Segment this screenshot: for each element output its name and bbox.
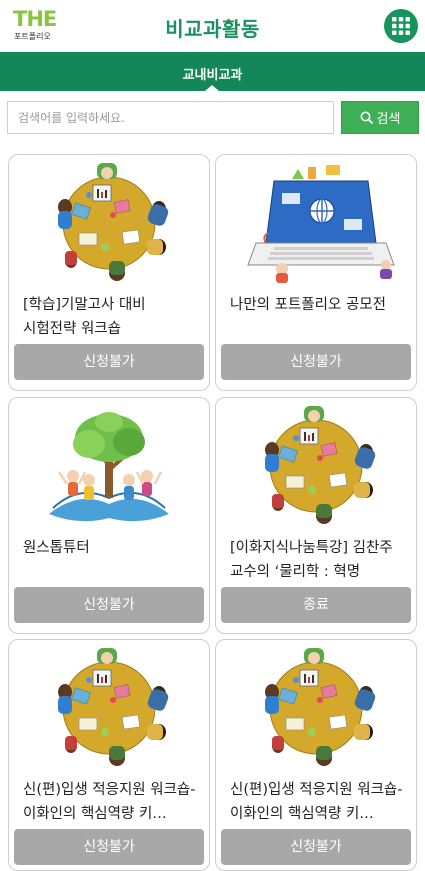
status-button[interactable]: 종료 [221, 587, 411, 623]
status-button[interactable]: 신청불가 [14, 829, 204, 865]
tab-bar: 교내비교과 [0, 52, 425, 91]
program-title[interactable]: 신(편)입생 적응지원 워크숍-이화인의 핵심역량 키… [230, 778, 408, 828]
search-button-label: 검색 [376, 112, 401, 127]
status-button[interactable]: 신청불가 [14, 587, 204, 623]
menu-button[interactable] [384, 9, 418, 43]
program-card[interactable]: 나만의 포트폴리오 공모전 신청불가 [215, 154, 417, 391]
page-title: 비교과활동 [165, 17, 260, 41]
search-icon [360, 111, 373, 124]
status-button[interactable]: 신청불가 [14, 344, 204, 380]
status-button[interactable]: 신청불가 [221, 829, 411, 865]
program-title[interactable]: [학습]기말고사 대비 시험전략 워크숍 [23, 293, 201, 343]
program-card[interactable]: 원스톱튜터 신청불가 [8, 397, 210, 634]
search-input[interactable] [7, 101, 334, 134]
program-card[interactable]: 신(편)입생 적응지원 워크숍-이화인의 핵심역량 키… 신청불가 [215, 639, 417, 871]
program-title[interactable]: 원스톱튜터 [23, 536, 201, 586]
program-title[interactable]: [이화지식나눔특강] 김찬주 교수의 ‘물리학 : 혁명 [230, 536, 408, 586]
laptop-portfolio-illustration [216, 161, 416, 287]
status-button[interactable]: 신청불가 [221, 344, 411, 380]
tab-campus-programs[interactable]: 교내비교과 [0, 64, 425, 83]
program-title[interactable]: 신(편)입생 적응지원 워크숍-이화인의 핵심역량 키… [23, 778, 201, 828]
study-group-illustration [9, 646, 209, 772]
tree-kids-illustration [9, 404, 209, 530]
study-group-illustration [216, 646, 416, 772]
grid-menu-icon [392, 17, 410, 35]
active-tab-indicator [205, 85, 219, 91]
study-group-illustration [9, 161, 209, 287]
program-card[interactable]: 신(편)입생 적응지원 워크숍-이화인의 핵심역량 키… 신청불가 [8, 639, 210, 871]
study-group-illustration [216, 404, 416, 530]
program-title[interactable]: 나만의 포트폴리오 공모전 [230, 293, 408, 343]
search-button[interactable]: 검색 [341, 101, 419, 134]
program-card[interactable]: [이화지식나눔특강] 김찬주 교수의 ‘물리학 : 혁명 종료 [215, 397, 417, 634]
app-header: THE 포트폴리오 비교과활동 [0, 0, 425, 52]
program-card[interactable]: [학습]기말고사 대비 시험전략 워크숍 신청불가 [8, 154, 210, 391]
